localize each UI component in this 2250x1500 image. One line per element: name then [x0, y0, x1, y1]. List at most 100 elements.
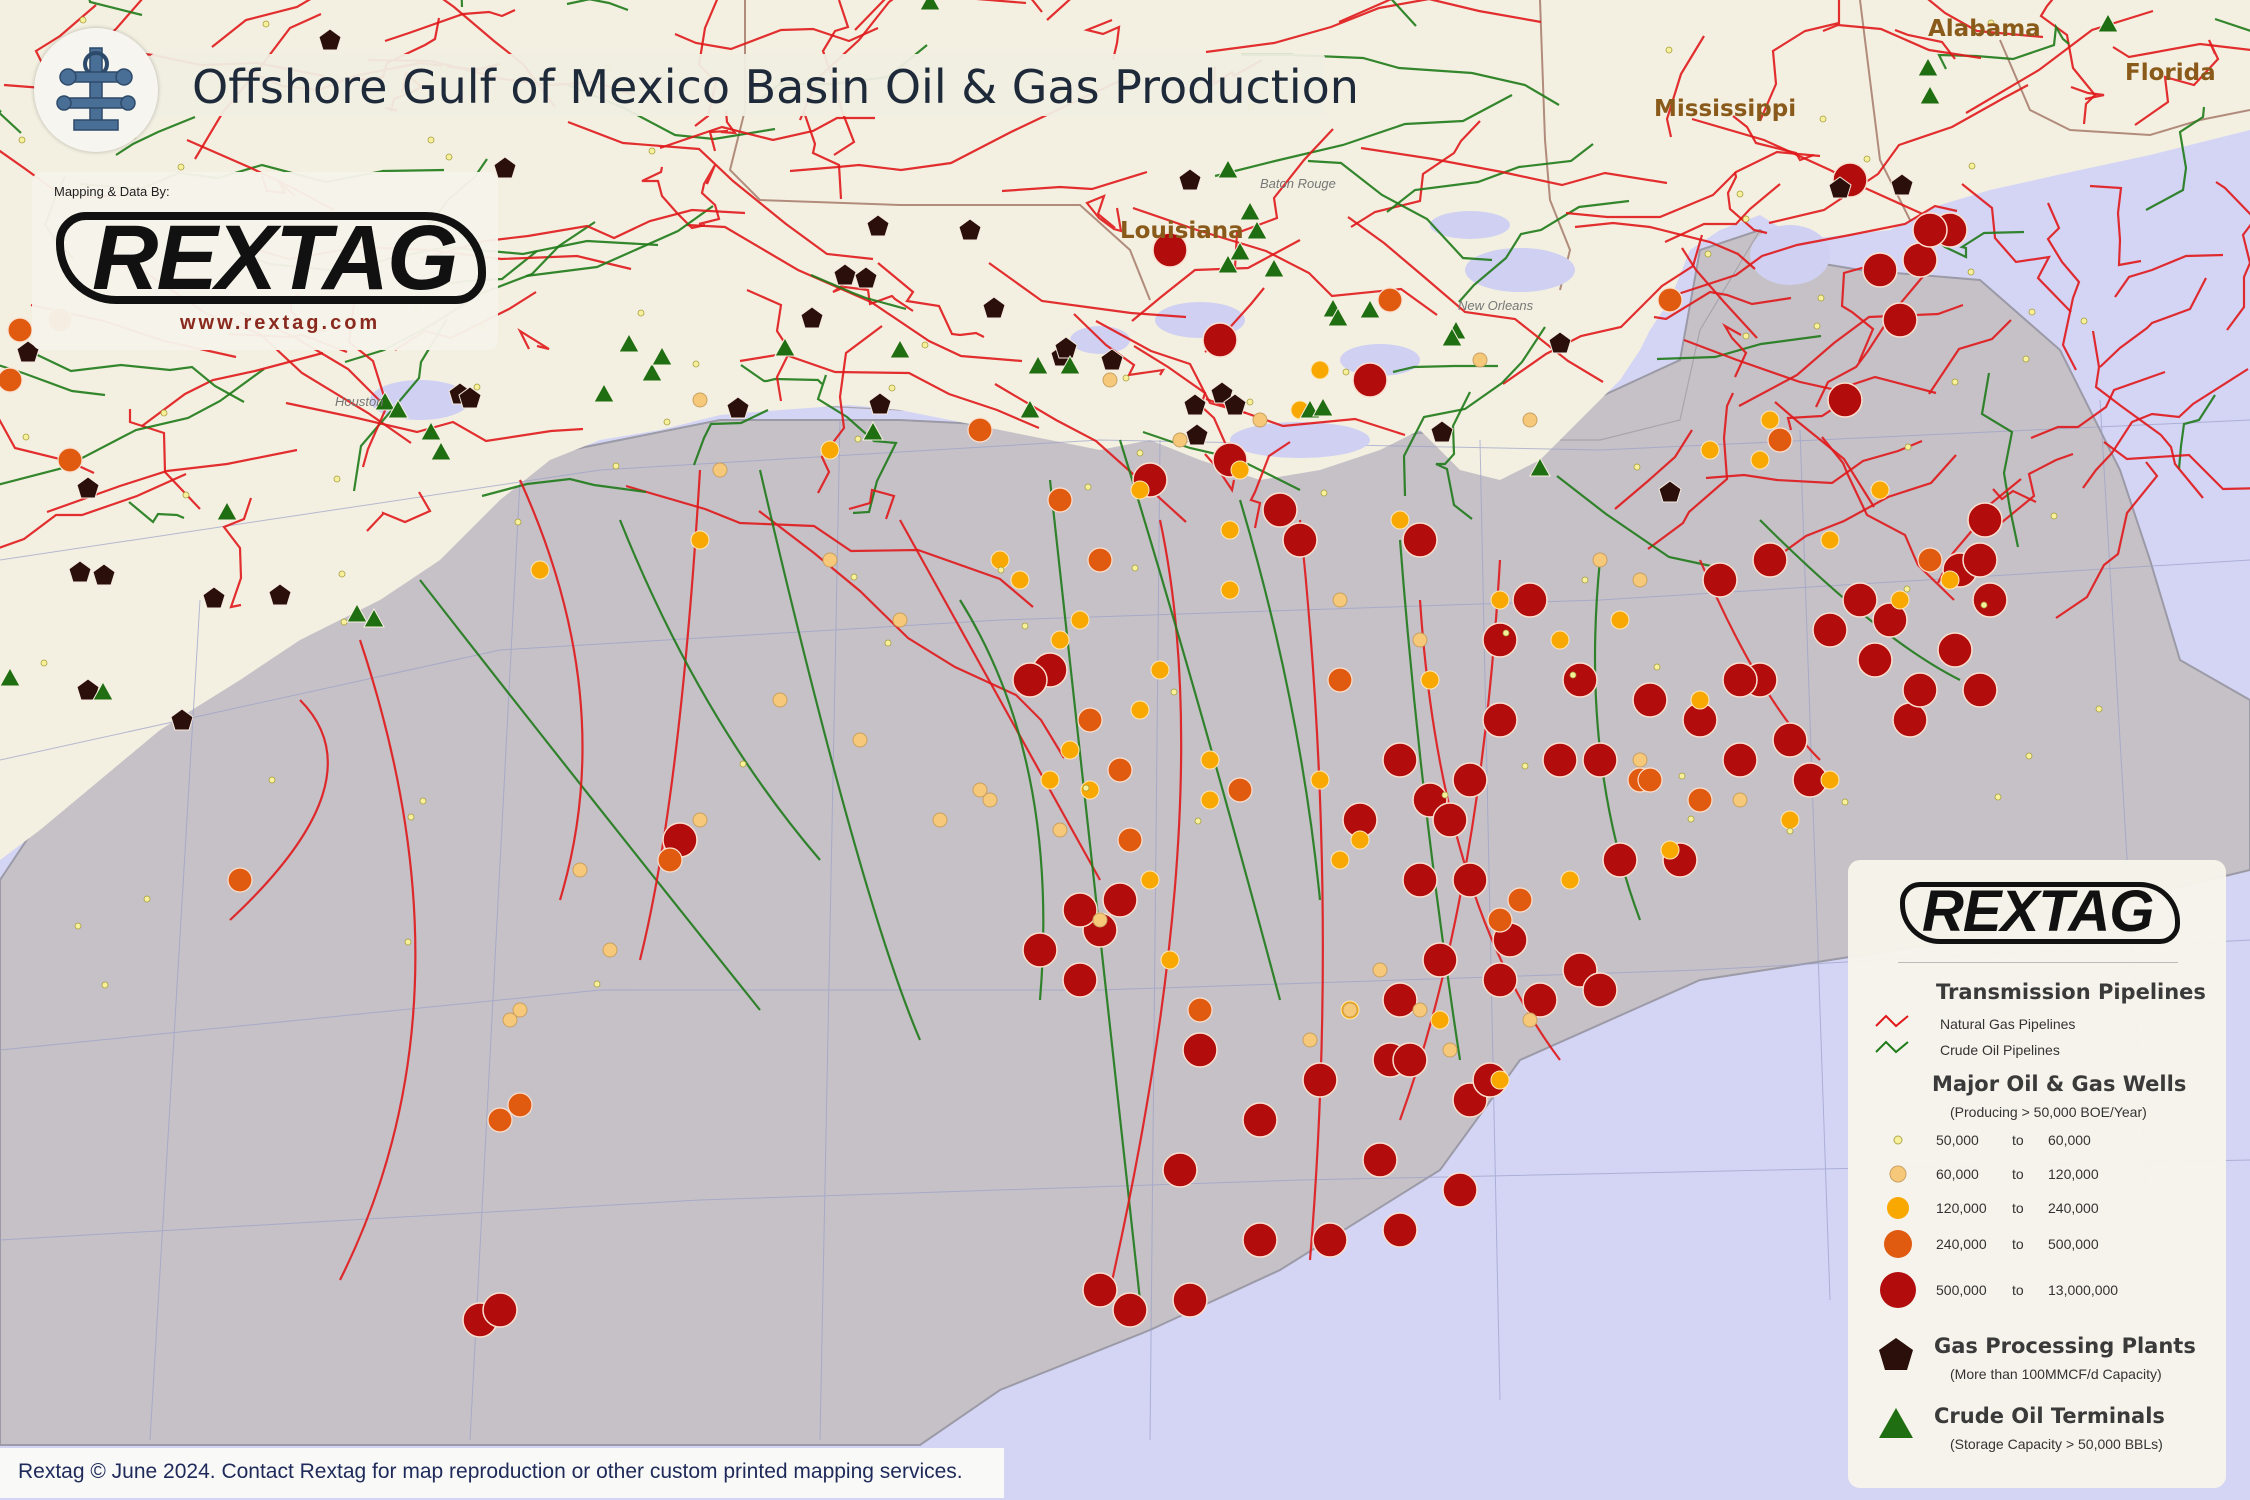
well-medium	[1220, 580, 1240, 600]
well-tiny	[2080, 317, 2088, 325]
well-xlarge	[1902, 672, 1938, 708]
range-5-from: 500,000	[1936, 1282, 1987, 1298]
legend-wells-sub: (Producing > 50,000 BOE/Year)	[1950, 1104, 2147, 1120]
well-small	[512, 1002, 528, 1018]
well-tiny	[1813, 322, 1821, 330]
city-label-baton-rouge: Baton Rouge	[1260, 176, 1336, 191]
well-xlarge	[1892, 702, 1928, 738]
well-xlarge	[1112, 1292, 1148, 1328]
well-tiny	[1082, 784, 1090, 792]
well-small	[1522, 1012, 1538, 1028]
well-xlarge	[1752, 542, 1788, 578]
legend-pipelines-heading: Transmission Pipelines	[1936, 980, 2206, 1004]
well-tiny	[1678, 772, 1686, 780]
well-large	[657, 847, 683, 873]
well-medium	[1140, 870, 1160, 890]
well-tiny	[1084, 483, 1092, 491]
well-tiny	[1633, 463, 1641, 471]
map-legend: REXTAG Transmission Pipelines Natural Ga…	[1848, 860, 2226, 1488]
well-large	[1377, 287, 1403, 313]
well-tiny	[739, 760, 747, 768]
well-tiny	[1136, 449, 1144, 457]
well-tiny	[407, 813, 415, 821]
well-medium	[1330, 850, 1350, 870]
well-medium	[1010, 570, 1030, 590]
well-medium	[1420, 670, 1440, 690]
legend-terminals-sub: (Storage Capacity > 50,000 BBLs)	[1950, 1436, 2163, 1452]
well-medium	[1940, 570, 1960, 590]
well-xlarge	[1862, 252, 1898, 288]
well-xlarge	[1482, 962, 1518, 998]
legend-plants-heading: Gas Processing Plants	[1934, 1334, 2196, 1358]
well-small	[822, 552, 838, 568]
well-xlarge	[1482, 622, 1518, 658]
brand-url-link[interactable]: www.rextag.com	[180, 312, 380, 335]
well-swatch-medium	[1887, 1197, 1909, 1219]
well-medium	[1310, 360, 1330, 380]
well-medium	[1550, 630, 1570, 650]
state-label-mississippi: Mississippi	[1654, 96, 1797, 122]
crude-pipeline-swatch	[1875, 1040, 1909, 1054]
well-medium	[1200, 750, 1220, 770]
well-tiny	[1653, 663, 1661, 671]
well-tiny	[1131, 564, 1139, 572]
range-5-to-word: to	[2012, 1282, 2024, 1298]
well-medium	[1390, 510, 1410, 530]
legend-terminals-heading: Crude Oil Terminals	[1934, 1404, 2165, 1428]
well-swatch-small	[1889, 1165, 1907, 1183]
well-xlarge	[1442, 1172, 1478, 1208]
well-small	[932, 812, 948, 828]
well-medium	[820, 440, 840, 460]
well-small	[1522, 412, 1538, 428]
well-large	[1107, 757, 1133, 783]
well-tiny	[1904, 443, 1912, 451]
well-tiny	[1742, 215, 1750, 223]
well-tiny	[40, 659, 48, 667]
well-xlarge	[1632, 682, 1668, 718]
well-xlarge	[1242, 1222, 1278, 1258]
well-xlarge	[1842, 582, 1878, 618]
well-xlarge	[1937, 632, 1973, 668]
well-xlarge	[1602, 842, 1638, 878]
range-2-to-word: to	[2012, 1166, 2024, 1182]
well-xlarge	[1422, 942, 1458, 978]
mapping-credit: Mapping & Data By:	[54, 184, 170, 199]
well-xlarge	[1912, 212, 1948, 248]
well-tiny	[692, 360, 700, 368]
legend-logo-text: REXTAG	[1922, 879, 2154, 944]
well-xlarge	[1962, 542, 1998, 578]
well-small	[1372, 962, 1388, 978]
well-xlarge	[1352, 362, 1388, 398]
well-xlarge	[1162, 1152, 1198, 1188]
well-medium	[1820, 770, 1840, 790]
city-label-new-orleans: New Orleans	[1458, 298, 1534, 313]
well-swatch-tiny	[1893, 1135, 1903, 1145]
range-3-to: 240,000	[2048, 1200, 2099, 1216]
legend-divider	[1898, 962, 2178, 963]
well-xlarge	[1512, 582, 1548, 618]
well-medium	[1150, 660, 1170, 680]
well-medium	[1560, 870, 1580, 890]
well-tiny	[1863, 155, 1871, 163]
well-small	[1412, 1002, 1428, 1018]
well-xlarge	[1857, 642, 1893, 678]
well-tiny	[612, 462, 620, 470]
well-tiny	[1817, 294, 1825, 302]
well-tiny	[1819, 115, 1827, 123]
well-large	[1077, 707, 1103, 733]
footer: Rextag © June 2024. Contact Rextag for m…	[0, 1448, 1004, 1498]
well-medium	[1610, 610, 1630, 630]
well-tiny	[1967, 268, 1975, 276]
well-medium	[990, 550, 1010, 570]
well-xlarge	[1382, 742, 1418, 778]
well-small	[1172, 432, 1188, 448]
well-small	[852, 732, 868, 748]
well-tiny	[1342, 368, 1350, 376]
well-medium	[1060, 740, 1080, 760]
well-tiny	[1980, 601, 1988, 609]
well-tiny	[854, 435, 862, 443]
well-xlarge	[1182, 1032, 1218, 1068]
state-label-florida: Florida	[2125, 60, 2216, 86]
well-tiny	[177, 163, 185, 171]
well-tiny	[262, 20, 270, 28]
